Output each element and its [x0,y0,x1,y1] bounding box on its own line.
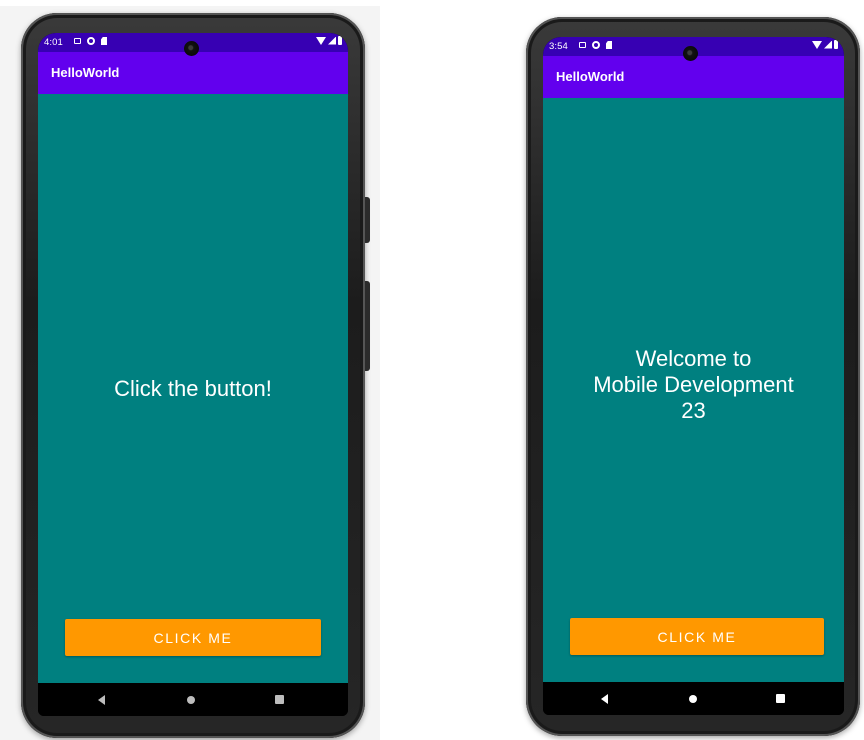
home-icon[interactable] [187,696,195,704]
status-notification-icons [579,41,612,49]
battery-icon [834,40,838,49]
signal-icon [824,40,832,49]
status-time: 4:01 [44,37,63,48]
back-icon[interactable] [601,694,608,704]
message-icon [579,42,586,48]
right-phone-screen: 3:54 HelloWorld Welcome to Mobile Develo… [543,37,844,715]
status-system-icons [812,40,838,49]
click-me-button[interactable]: CLICK ME [65,619,321,656]
status-notification-icons [74,37,107,45]
recents-icon[interactable] [776,694,785,703]
sync-icon [87,37,95,45]
left-phone-frame: 4:01 HelloWorld Click the button! CLICK … [21,13,370,738]
navigation-bar [38,683,348,716]
message-text: Click the button! [114,376,272,401]
navigation-bar [543,682,844,715]
battery-icon [338,36,342,45]
sd-card-icon [101,37,107,45]
right-phone-frame: 3:54 HelloWorld Welcome to Mobile Develo… [526,17,860,736]
status-system-icons [316,36,342,45]
comparison-canvas: 4:01 HelloWorld Click the button! CLICK … [0,0,864,740]
app-bar: HelloWorld [543,56,844,98]
app-bar: HelloWorld [38,52,348,94]
wifi-icon [812,40,822,49]
sd-card-icon [606,41,612,49]
message-icon [74,38,81,44]
main-content: Welcome to Mobile Development 23 CLICK M… [543,98,844,682]
power-button[interactable] [365,197,370,243]
front-camera [184,41,199,56]
volume-button[interactable] [365,281,370,371]
back-icon[interactable] [98,695,105,705]
left-phone-screen: 4:01 HelloWorld Click the button! CLICK … [38,33,348,716]
status-time: 3:54 [549,41,568,52]
home-icon[interactable] [689,695,697,703]
message-text: Welcome to Mobile Development 23 [593,346,794,423]
app-title: HelloWorld [556,69,625,84]
wifi-icon [316,36,326,45]
signal-icon [328,36,336,45]
recents-icon[interactable] [275,695,284,704]
click-me-button[interactable]: CLICK ME [570,618,824,655]
main-content: Click the button! CLICK ME [38,94,348,683]
sync-icon [592,41,600,49]
app-title: HelloWorld [51,65,120,80]
front-camera [683,46,698,61]
